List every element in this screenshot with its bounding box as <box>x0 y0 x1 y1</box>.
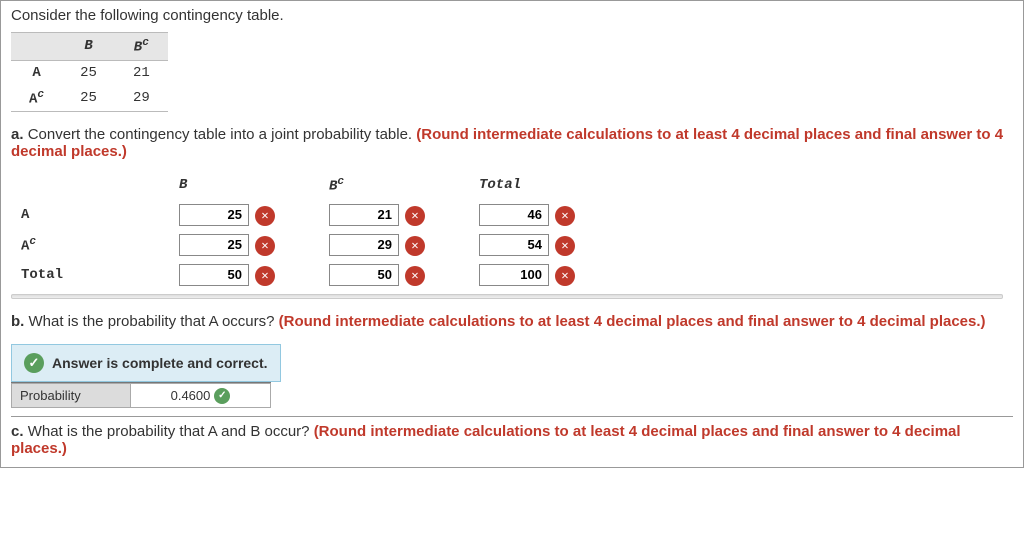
ptable-header-bc: Bc <box>321 170 471 200</box>
input-r1c3[interactable]: 46 <box>479 204 549 226</box>
ctable-header-b: B <box>62 33 115 61</box>
wrong-icon: ✕ <box>405 206 425 226</box>
part-c-instruction: c. What is the probability that A and B … <box>11 423 1013 457</box>
ctable-r1c1: 25 <box>62 60 115 85</box>
ptable-row-total: Total <box>11 260 171 290</box>
progress-bar[interactable] <box>11 294 1003 299</box>
wrong-icon: ✕ <box>555 266 575 286</box>
check-icon: ✓ <box>214 388 230 404</box>
input-r3c2[interactable]: 50 <box>329 264 399 286</box>
probability-table: B Bc Total A 25✕ 21✕ 46✕ Ac 25✕ 29✕ 54✕ … <box>11 170 621 290</box>
wrong-icon: ✕ <box>405 266 425 286</box>
ctable-r2c2: 29 <box>115 85 168 112</box>
ptable-row-ac: Ac <box>11 230 171 260</box>
wrong-icon: ✕ <box>255 236 275 256</box>
probability-value: 0.4600 <box>171 388 211 403</box>
part-b-instruction: b. What is the probability that A occurs… <box>11 313 1013 330</box>
divider <box>11 416 1013 417</box>
banner-text: Answer is complete and correct. <box>52 355 268 371</box>
input-r3c1[interactable]: 50 <box>179 264 249 286</box>
input-r1c1[interactable]: 25 <box>179 204 249 226</box>
probability-label: Probability <box>11 383 131 408</box>
wrong-icon: ✕ <box>255 266 275 286</box>
ctable-header-bc: Bc <box>115 33 168 61</box>
ctable-row-ac: Ac <box>11 85 62 112</box>
ptable-header-total: Total <box>471 170 621 200</box>
probability-row: Probability 0.4600 ✓ <box>11 382 271 408</box>
ctable-r2c1: 25 <box>62 85 115 112</box>
ctable-r1c2: 21 <box>115 60 168 85</box>
input-r3c3[interactable]: 100 <box>479 264 549 286</box>
part-a-instruction: a. Convert the contingency table into a … <box>11 126 1013 160</box>
contingency-table: B Bc A 25 21 Ac 25 29 <box>11 32 168 112</box>
wrong-icon: ✕ <box>255 206 275 226</box>
correct-banner: ✓ Answer is complete and correct. <box>11 344 281 382</box>
intro-text: Consider the following contingency table… <box>11 7 1013 24</box>
ctable-row-a: A <box>11 60 62 85</box>
input-r2c3[interactable]: 54 <box>479 234 549 256</box>
check-icon: ✓ <box>24 353 44 373</box>
input-r2c1[interactable]: 25 <box>179 234 249 256</box>
ptable-header-b: B <box>171 170 321 200</box>
input-r1c2[interactable]: 21 <box>329 204 399 226</box>
wrong-icon: ✕ <box>555 206 575 226</box>
wrong-icon: ✕ <box>555 236 575 256</box>
input-r2c2[interactable]: 29 <box>329 234 399 256</box>
wrong-icon: ✕ <box>405 236 425 256</box>
ptable-row-a: A <box>11 200 171 230</box>
